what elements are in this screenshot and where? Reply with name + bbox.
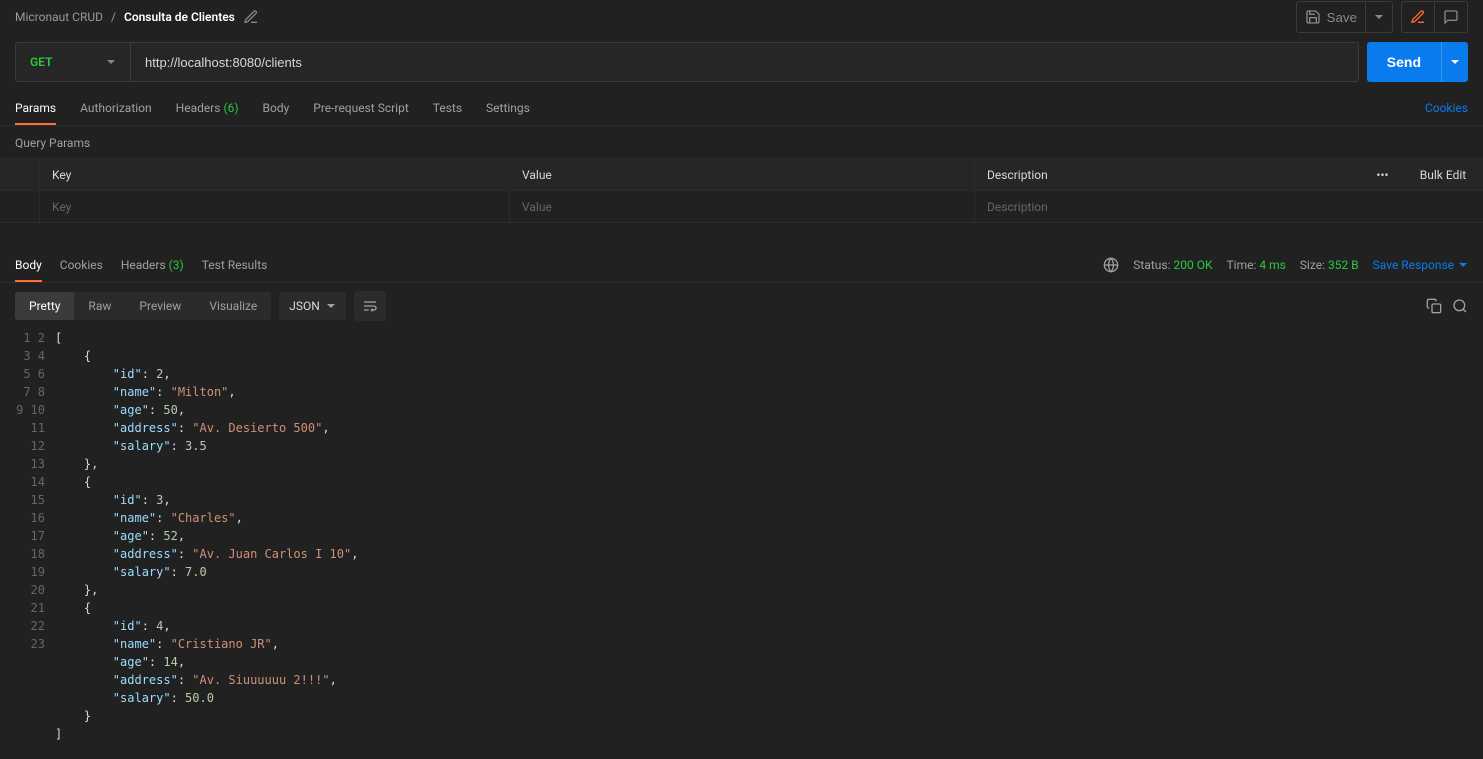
response-tabs: Body Cookies Headers (3) Test Results St… [0, 247, 1483, 283]
top-actions: Save [1296, 1, 1468, 33]
url-row: GET Send [0, 34, 1483, 90]
tab-body[interactable]: Body [263, 92, 290, 124]
key-input[interactable]: Key [40, 191, 510, 222]
tab-prerequest[interactable]: Pre-request Script [313, 92, 408, 124]
table-row: Key Value Description [0, 191, 1483, 223]
comment-mode-button[interactable] [1435, 2, 1467, 32]
method-label: GET [30, 55, 52, 69]
send-dropdown[interactable] [1441, 42, 1468, 82]
save-button[interactable]: Save [1297, 2, 1366, 32]
top-bar: Micronaut CRUD / Consulta de Clientes Sa… [0, 0, 1483, 34]
resp-tab-body[interactable]: Body [15, 249, 42, 282]
row-checkbox[interactable] [0, 191, 40, 222]
tab-settings[interactable]: Settings [486, 92, 530, 124]
table-header-row: Key Value Description ••• Bulk Edit [0, 159, 1483, 191]
header-key: Key [40, 159, 510, 190]
more-columns-icon[interactable]: ••• [1363, 159, 1403, 190]
header-value: Value [510, 159, 975, 190]
resp-tab-tests[interactable]: Test Results [202, 249, 268, 281]
view-toggle: Pretty Raw Preview Visualize [15, 292, 271, 320]
globe-icon[interactable] [1103, 257, 1119, 273]
method-select[interactable]: GET [16, 43, 131, 81]
status-value: 200 OK [1174, 258, 1213, 272]
bulk-edit-button[interactable]: Bulk Edit [1403, 159, 1483, 190]
send-group: Send [1367, 42, 1468, 82]
view-pretty[interactable]: Pretty [15, 292, 74, 320]
search-icon[interactable] [1452, 298, 1468, 314]
wrap-lines-button[interactable] [354, 291, 386, 321]
query-params-table: Key Value Description ••• Bulk Edit Key … [0, 158, 1483, 223]
view-visualize[interactable]: Visualize [195, 292, 271, 320]
send-button[interactable]: Send [1367, 42, 1441, 82]
value-input[interactable]: Value [510, 191, 975, 222]
request-tabs: Params Authorization Headers (6) Body Pr… [0, 90, 1483, 126]
mode-button-group [1401, 1, 1468, 33]
breadcrumb: Micronaut CRUD / Consulta de Clientes [15, 9, 1288, 25]
breadcrumb-sep: / [111, 10, 116, 24]
breadcrumb-collection[interactable]: Micronaut CRUD [15, 10, 103, 24]
edit-mode-button[interactable] [1402, 2, 1435, 32]
tab-tests[interactable]: Tests [433, 92, 462, 124]
format-select[interactable]: JSON [279, 292, 346, 320]
code-content[interactable]: [ { "id": 2, "name": "Milton", "age": 50… [55, 329, 1483, 747]
response-body-viewer[interactable]: 1 2 3 4 5 6 7 8 9 10 11 12 13 14 15 16 1… [0, 329, 1483, 747]
view-preview[interactable]: Preview [125, 292, 195, 320]
cookies-link[interactable]: Cookies [1425, 101, 1468, 115]
edit-icon[interactable] [243, 9, 259, 25]
breadcrumb-current[interactable]: Consulta de Clientes [124, 10, 235, 24]
save-dropdown[interactable] [1366, 2, 1392, 32]
url-group: GET [15, 42, 1359, 82]
size-value: 352 B [1328, 258, 1359, 272]
view-row: Pretty Raw Preview Visualize JSON [0, 283, 1483, 329]
tab-params[interactable]: Params [15, 92, 56, 125]
response-meta: Status: 200 OK Time: 4 ms Size: 352 B Sa… [1103, 257, 1468, 273]
description-input[interactable]: Description [975, 191, 1363, 222]
save-button-group: Save [1296, 1, 1393, 33]
time-value: 4 ms [1259, 258, 1285, 272]
tab-authorization[interactable]: Authorization [80, 92, 152, 124]
save-response-button[interactable]: Save Response [1373, 258, 1468, 272]
resp-tab-headers[interactable]: Headers (3) [121, 249, 184, 281]
line-gutter: 1 2 3 4 5 6 7 8 9 10 11 12 13 14 15 16 1… [15, 329, 55, 747]
header-checkbox-cell [0, 159, 40, 190]
tab-headers[interactable]: Headers (6) [176, 92, 239, 124]
url-input[interactable] [131, 43, 1358, 81]
save-label: Save [1327, 10, 1357, 25]
copy-icon[interactable] [1426, 298, 1442, 314]
resp-tab-cookies[interactable]: Cookies [60, 249, 103, 281]
view-right-actions [1426, 298, 1468, 314]
header-description: Description [975, 159, 1363, 190]
query-params-label: Query Params [0, 126, 1483, 158]
view-raw[interactable]: Raw [74, 292, 125, 320]
